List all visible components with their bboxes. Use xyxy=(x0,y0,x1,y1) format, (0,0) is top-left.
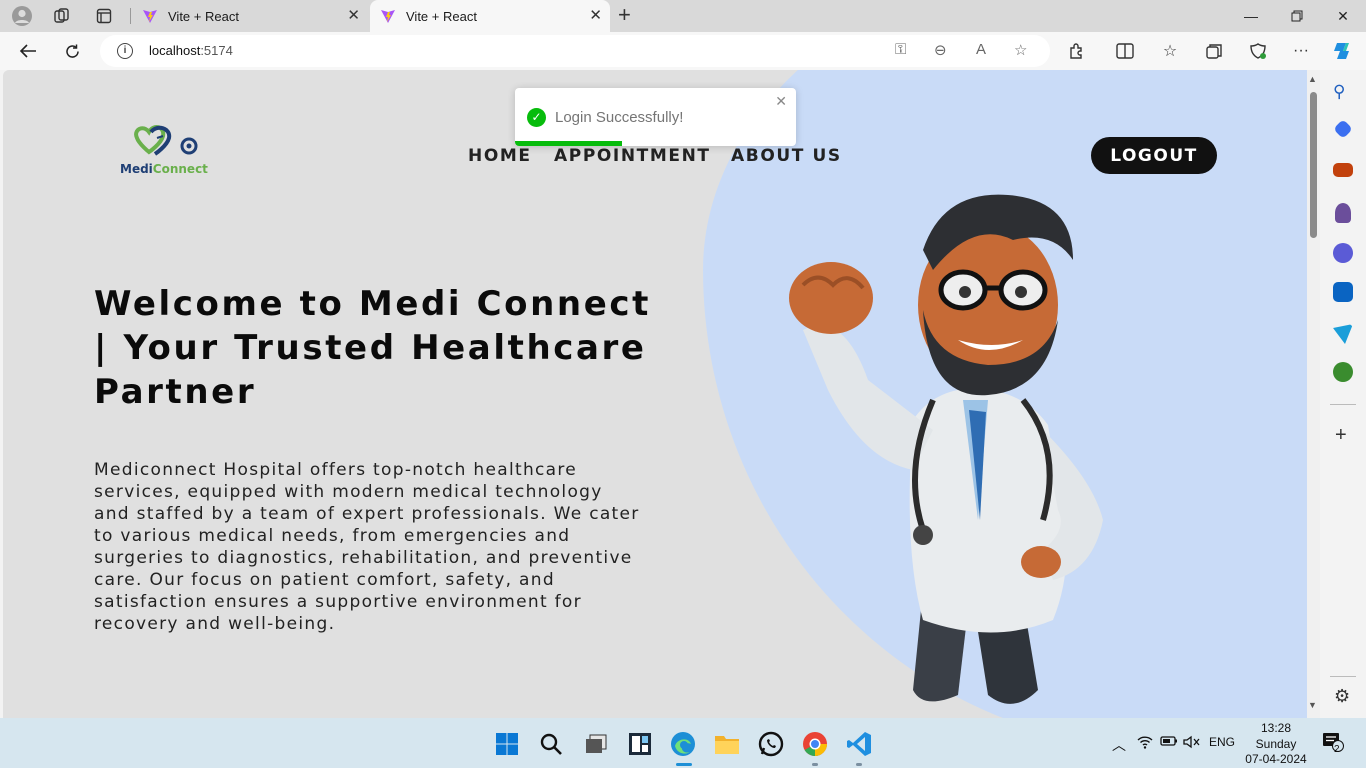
browser-tab-active[interactable]: Vite + React ✕ xyxy=(370,0,610,32)
browser-tab-bar: Vite + React ✕ Vite + React ✕ + — ✕ xyxy=(0,0,1366,32)
copilot-icon[interactable] xyxy=(1330,39,1356,63)
file-explorer-icon[interactable] xyxy=(714,731,740,757)
back-icon[interactable] xyxy=(15,39,41,63)
windows-taskbar: ︿ ENG 13:28 Sunday 07-04-2024 2 xyxy=(0,718,1366,768)
page-scrollbar[interactable]: ▲ ▼ xyxy=(1307,70,1320,718)
running-app-indicator xyxy=(812,763,818,766)
logout-button[interactable]: LOGOUT xyxy=(1091,137,1217,174)
taskbar-clock[interactable]: 13:28 Sunday 07-04-2024 xyxy=(1240,721,1312,768)
browser-essentials-icon[interactable] xyxy=(1245,39,1271,63)
vite-icon xyxy=(381,10,395,23)
tab-actions-icon[interactable] xyxy=(90,4,118,28)
chrome-icon[interactable] xyxy=(802,731,828,757)
url-text: localhost:5174 xyxy=(149,43,233,58)
sidebar-divider xyxy=(1330,404,1356,405)
favorites-icon[interactable]: ☆ xyxy=(1157,39,1183,63)
browser-toolbar: i localhost:5174 ⚿ ⊖ A ☆ ☆ ··· xyxy=(0,32,1366,70)
key-icon[interactable]: ⚿ xyxy=(895,41,906,58)
nav-home-link[interactable]: HOME xyxy=(468,146,532,166)
tab-title: Vite + React xyxy=(168,8,239,24)
restore-icon[interactable] xyxy=(1274,0,1320,32)
widgets-icon[interactable] xyxy=(627,731,653,757)
extensions-icon[interactable] xyxy=(1064,39,1090,63)
scroll-up-arrow-icon[interactable]: ▲ xyxy=(1308,74,1317,84)
nav-about-us-link[interactable]: ABOUT US xyxy=(731,146,842,166)
doctor-illustration xyxy=(789,194,1103,704)
games-icon[interactable] xyxy=(1335,203,1351,223)
page-viewport: MediConnect HOME APPOINTMENT ABOUT US LO… xyxy=(3,70,1307,718)
language-indicator[interactable]: ENG xyxy=(1209,735,1235,749)
hero-description: Mediconnect Hospital offers top-notch he… xyxy=(94,460,640,634)
split-screen-icon[interactable] xyxy=(1112,39,1138,63)
hero-title: Welcome to Medi Connect | Your Trusted H… xyxy=(94,284,651,412)
show-hidden-icons-chevron-icon[interactable]: ︿ xyxy=(1112,735,1126,755)
tree-icon[interactable] xyxy=(1333,362,1353,382)
workspaces-icon[interactable] xyxy=(48,4,76,28)
read-aloud-icon[interactable]: A xyxy=(976,41,986,58)
toast-progress-bar xyxy=(515,141,622,146)
logo-heart-icon xyxy=(134,125,198,156)
tools-icon[interactable] xyxy=(1333,163,1353,177)
login-success-toast: ✓ Login Successfully! ✕ xyxy=(515,88,796,146)
close-tab-icon[interactable]: ✕ xyxy=(589,6,602,24)
sidebar-divider xyxy=(1330,676,1356,677)
notification-count-badge: 2 xyxy=(1334,744,1340,755)
address-bar[interactable]: i localhost:5174 ⚿ ⊖ A ☆ xyxy=(100,35,1050,67)
microsoft-365-icon[interactable] xyxy=(1333,243,1353,263)
battery-icon[interactable] xyxy=(1160,735,1178,750)
new-tab-icon[interactable]: + xyxy=(618,2,631,28)
settings-gear-icon[interactable]: ⚙ xyxy=(1334,686,1350,707)
clock-time: 13:28 xyxy=(1260,721,1292,735)
scroll-thumb[interactable] xyxy=(1310,92,1317,238)
windows-start-icon[interactable] xyxy=(494,731,520,757)
zoom-icon[interactable]: ⊖ xyxy=(934,41,947,59)
nav-appointment-link[interactable]: APPOINTMENT xyxy=(554,146,711,166)
toast-message: Login Successfully! xyxy=(555,109,684,126)
clock-date: 07-04-2024 xyxy=(1245,752,1307,766)
logo[interactable]: MediConnect xyxy=(115,120,215,182)
edge-sidebar: ⚲ + ⚙ xyxy=(1320,70,1366,718)
whatsapp-icon[interactable] xyxy=(758,731,784,757)
tab-title: Vite + React xyxy=(406,8,477,24)
toast-close-icon[interactable]: ✕ xyxy=(775,93,787,110)
more-menu-icon[interactable]: ··· xyxy=(1288,39,1314,63)
add-icon[interactable]: + xyxy=(1335,424,1347,447)
success-check-icon: ✓ xyxy=(527,108,546,127)
clock-day: Sunday xyxy=(1255,736,1297,751)
close-window-icon[interactable]: ✕ xyxy=(1320,0,1366,32)
browser-tab[interactable]: Vite + React ✕ xyxy=(132,0,368,32)
favorite-star-icon[interactable]: ☆ xyxy=(1014,41,1027,59)
outlook-icon[interactable] xyxy=(1333,282,1353,302)
edge-taskbar-icon[interactable] xyxy=(670,731,696,757)
task-view-icon[interactable] xyxy=(583,731,609,757)
vscode-icon[interactable] xyxy=(846,731,872,757)
close-tab-icon[interactable]: ✕ xyxy=(347,6,360,24)
running-app-indicator xyxy=(856,763,862,766)
taskbar-search-icon[interactable] xyxy=(538,731,564,757)
shopping-tag-icon[interactable] xyxy=(1333,119,1353,139)
vite-icon xyxy=(143,10,157,23)
notifications-icon[interactable] xyxy=(1322,732,1344,755)
tab-separator xyxy=(130,8,131,24)
send-icon[interactable] xyxy=(1333,324,1353,344)
refresh-icon[interactable] xyxy=(59,39,85,63)
search-icon[interactable]: ⚲ xyxy=(1333,82,1345,102)
logo-wordmark: MediConnect xyxy=(120,162,208,176)
site-info-icon[interactable]: i xyxy=(117,43,133,59)
wifi-icon[interactable] xyxy=(1137,735,1153,752)
collections-icon[interactable] xyxy=(1201,39,1227,63)
profile-icon[interactable] xyxy=(8,4,36,28)
scroll-down-arrow-icon[interactable]: ▼ xyxy=(1308,700,1317,710)
volume-muted-icon[interactable] xyxy=(1183,735,1201,752)
active-app-indicator xyxy=(676,763,692,766)
minimize-icon[interactable]: — xyxy=(1228,0,1274,32)
